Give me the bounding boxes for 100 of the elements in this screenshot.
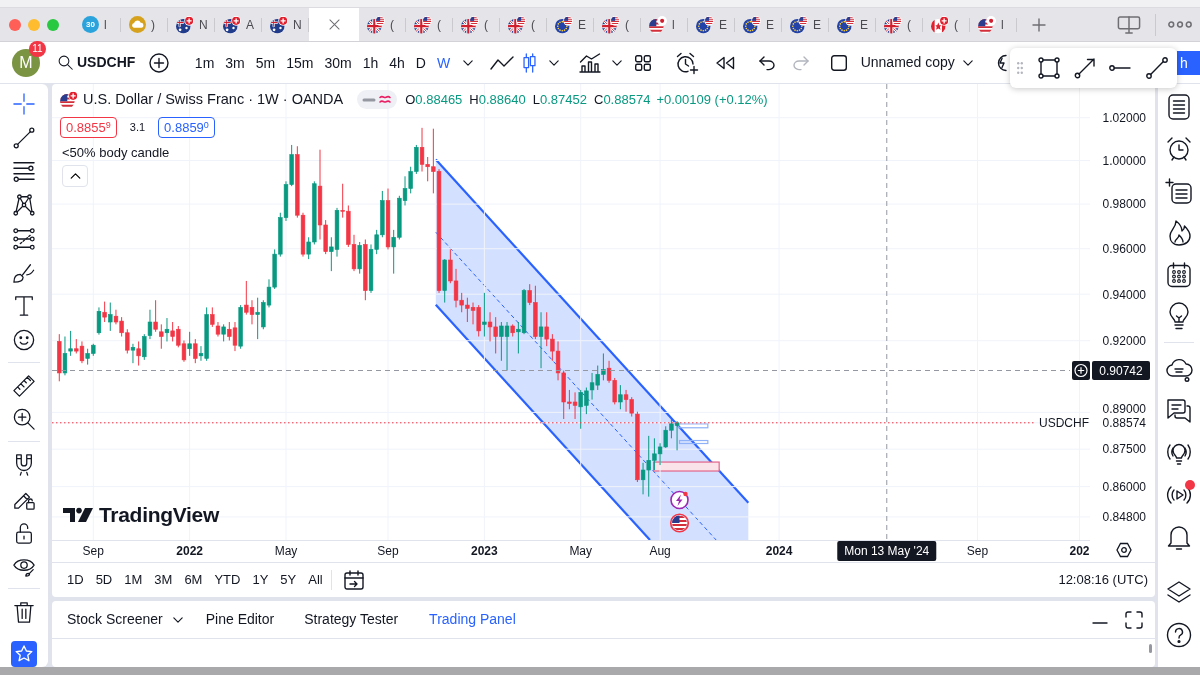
maximize-icon[interactable] [1125,610,1143,629]
browser-tab[interactable]: l [641,8,688,41]
settings-icon[interactable] [1116,542,1132,558]
range-option[interactable]: 1M [118,570,149,590]
pattern-icon[interactable] [13,194,35,217]
help-icon[interactable] [1166,622,1192,648]
interval-option[interactable]: W [431,52,456,73]
indicators-icon[interactable] [578,52,601,73]
interval-option[interactable]: 3m [219,52,251,73]
interval-option[interactable]: D [410,52,432,73]
browser-tab[interactable]: ( [500,8,547,41]
browser-tab[interactable]: N [262,8,309,41]
plus-circle-icon[interactable] [1072,361,1090,380]
browser-tab[interactable]: ( [453,8,500,41]
brush-icon[interactable] [13,261,35,284]
bell-icon[interactable] [1166,524,1192,550]
browser-tab[interactable]: l [970,8,1017,41]
layers-icon[interactable] [1166,580,1192,606]
panel-tab[interactable]: Stock Screener [67,609,183,630]
square-icon[interactable] [830,54,847,71]
browser-tab[interactable]: ( [876,8,923,41]
panel-tab[interactable]: Trading Panel [429,609,516,630]
panel-tab[interactable]: Strategy Tester [304,609,399,630]
browser-tab[interactable]: E [547,8,594,41]
drag-handle-icon[interactable] [1017,62,1023,74]
interval-option[interactable]: 1m [189,52,220,73]
alarm-clock-icon[interactable] [675,51,698,74]
zoom-in-icon[interactable] [13,408,35,431]
add-list-icon[interactable] [1166,178,1192,204]
range-option[interactable]: 5Y [274,570,303,590]
add-symbol-icon[interactable] [149,52,170,73]
rectangle-tool-icon[interactable] [1038,57,1060,79]
plus-icon[interactable] [1032,17,1046,32]
horizontal-ray-icon[interactable] [1109,64,1131,72]
interval-option[interactable]: 4h [383,52,411,73]
crosshair-icon[interactable] [13,92,35,115]
rewind-icon[interactable] [714,55,735,70]
buy-price-button[interactable]: 0.8859$^{0}$ [158,116,215,138]
candles-icon[interactable] [522,52,536,73]
line-chart-icon[interactable] [489,55,514,70]
browser-tab[interactable]: 30 l [74,8,121,41]
browser-tab[interactable]: E [829,8,876,41]
ruler-icon[interactable] [13,374,35,397]
trash-icon[interactable] [13,601,35,624]
browser-tab[interactable]: E [782,8,829,41]
range-option[interactable]: YTD [208,570,247,590]
range-option[interactable]: 3M [148,570,179,590]
close-icon[interactable] [329,19,340,30]
flag-icon[interactable] [669,513,690,533]
publish-button[interactable]: h [1177,51,1200,75]
calendar-icon[interactable] [1166,262,1192,288]
caret-icon[interactable] [962,59,973,66]
arrow-line-icon[interactable] [1074,57,1096,79]
caret-icon[interactable] [611,59,622,66]
text-tool-icon[interactable] [13,295,35,318]
browser-tab[interactable]: ( [923,8,970,41]
layout-grid-icon[interactable] [634,54,651,71]
watchlist-icon[interactable] [1166,94,1192,120]
fire-icon[interactable] [1166,220,1192,246]
interval-option[interactable]: 1h [357,52,384,73]
chat-icon[interactable] [1166,398,1192,424]
lightbulb-icon[interactable] [1166,304,1192,330]
browser-tab[interactable]: N [168,8,215,41]
magnet-icon[interactable] [13,454,35,477]
cloud-chat-icon[interactable] [1166,356,1192,382]
range-option[interactable]: 1Y [246,570,275,590]
interval-option[interactable]: 5m [250,52,281,73]
browser-tab[interactable]: ) [121,8,168,41]
trend-line-icon[interactable] [13,126,35,149]
interval-option[interactable]: 15m [280,52,319,73]
lock-icon[interactable] [13,521,35,544]
browser-tab[interactable]: E [735,8,782,41]
browser-tab[interactable]: ( [594,8,641,41]
alarm-clock-icon[interactable] [1166,136,1192,162]
range-option[interactable]: 1D [61,570,90,590]
range-option[interactable]: 5D [89,570,119,590]
undo-icon[interactable] [758,55,775,70]
browser-tab[interactable]: ( [406,8,453,41]
date-range-icon[interactable] [343,570,364,590]
symbol-search-button[interactable]: USDCHF [58,52,136,73]
range-option[interactable]: 6M [178,570,209,590]
range-option[interactable]: All [302,570,329,590]
collapse-button[interactable] [62,165,88,188]
sidebar-icon[interactable] [1117,15,1141,34]
caret-icon[interactable] [462,59,473,66]
caret-icon[interactable] [548,59,559,66]
layout-name[interactable]: Unnamed copy [860,52,955,73]
lightning-icon[interactable] [670,490,689,510]
browser-tab[interactable]: ( [359,8,406,41]
panel-tab[interactable]: Pine Editor [205,609,275,630]
more-icon[interactable] [1168,21,1192,28]
sell-price-button[interactable]: 0.8855$^{9}$ [60,116,117,138]
scrollbar-thumb[interactable] [1149,644,1152,653]
forecast-icon[interactable] [13,227,35,250]
smiley-icon[interactable] [13,329,35,351]
browser-tab[interactable]: E [688,8,735,41]
browser-tab[interactable]: A [215,8,262,41]
fib-lines-icon[interactable] [13,160,35,183]
interval-option[interactable]: 30m [318,52,358,73]
trend-line-icon[interactable] [1146,57,1168,79]
